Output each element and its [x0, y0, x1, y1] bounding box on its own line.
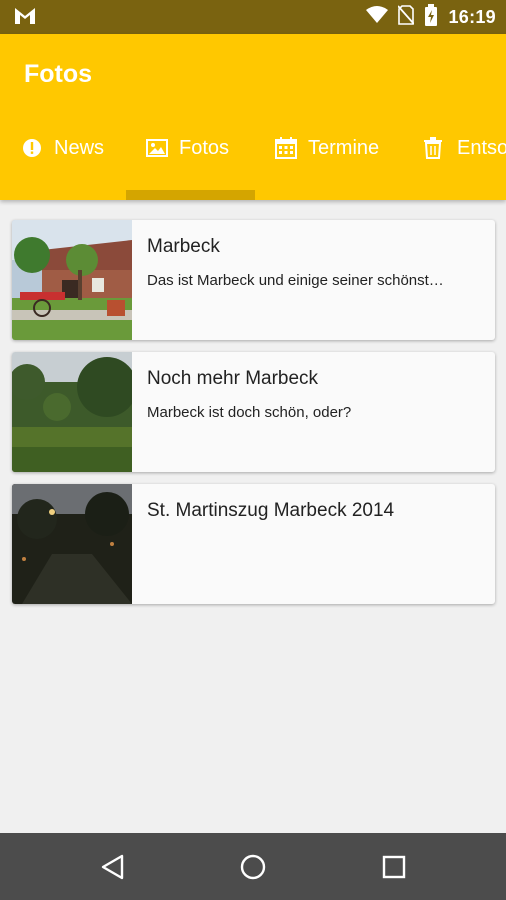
- tab-fotos[interactable]: Fotos: [146, 132, 229, 164]
- tab-termine-label: Termine: [308, 136, 380, 159]
- album-title: St. Martinszug Marbeck 2014: [147, 500, 395, 521]
- album-card[interactable]: St. Martinszug Marbeck 2014: [12, 484, 495, 604]
- album-card[interactable]: Marbeck Das ist Marbeck und einige seine…: [12, 220, 495, 340]
- calendar-icon: [275, 137, 297, 159]
- tab-news[interactable]: News: [21, 132, 104, 164]
- album-list: Marbeck Das ist Marbeck und einige seine…: [12, 220, 495, 616]
- tab-termine[interactable]: Termine: [275, 132, 379, 164]
- page-title: Fotos: [24, 60, 93, 88]
- back-icon[interactable]: [98, 851, 130, 883]
- tab-indicator: [126, 190, 255, 200]
- tab-entsorgung[interactable]: Entso: [424, 132, 506, 164]
- wifi-icon: [366, 5, 389, 29]
- album-thumbnail: [12, 352, 137, 472]
- album-description: Marbeck ist doch schön, oder?: [147, 404, 352, 421]
- tab-entsorgung-label: Entso: [457, 136, 506, 159]
- album-title: Noch mehr Marbeck: [147, 368, 319, 389]
- clock: 16:19: [448, 6, 496, 27]
- album-thumbnail: [12, 484, 132, 604]
- trash-icon: [424, 137, 446, 159]
- album-description: Das ist Marbeck und einige seiner schöns…: [147, 272, 444, 289]
- status-bar: 16:19: [0, 0, 506, 34]
- navigation-bar: [0, 833, 506, 900]
- tab-bar: News Fotos Termine Entso: [0, 132, 506, 164]
- home-icon[interactable]: [237, 851, 269, 883]
- recents-icon[interactable]: [378, 851, 410, 883]
- album-thumbnail: [12, 220, 132, 340]
- tab-fotos-label: Fotos: [179, 136, 230, 159]
- battery-charging-icon: [424, 3, 438, 31]
- no-sim-icon: [397, 4, 416, 30]
- album-card[interactable]: Noch mehr Marbeck Marbeck ist doch schön…: [12, 352, 495, 472]
- tab-news-label: News: [54, 136, 105, 159]
- alert-circle-icon: [21, 137, 43, 159]
- album-title: Marbeck: [147, 236, 220, 257]
- app-bar: Fotos News Fotos Termine Entso: [0, 34, 506, 200]
- gmail-icon: [14, 7, 36, 30]
- image-icon: [146, 137, 168, 159]
